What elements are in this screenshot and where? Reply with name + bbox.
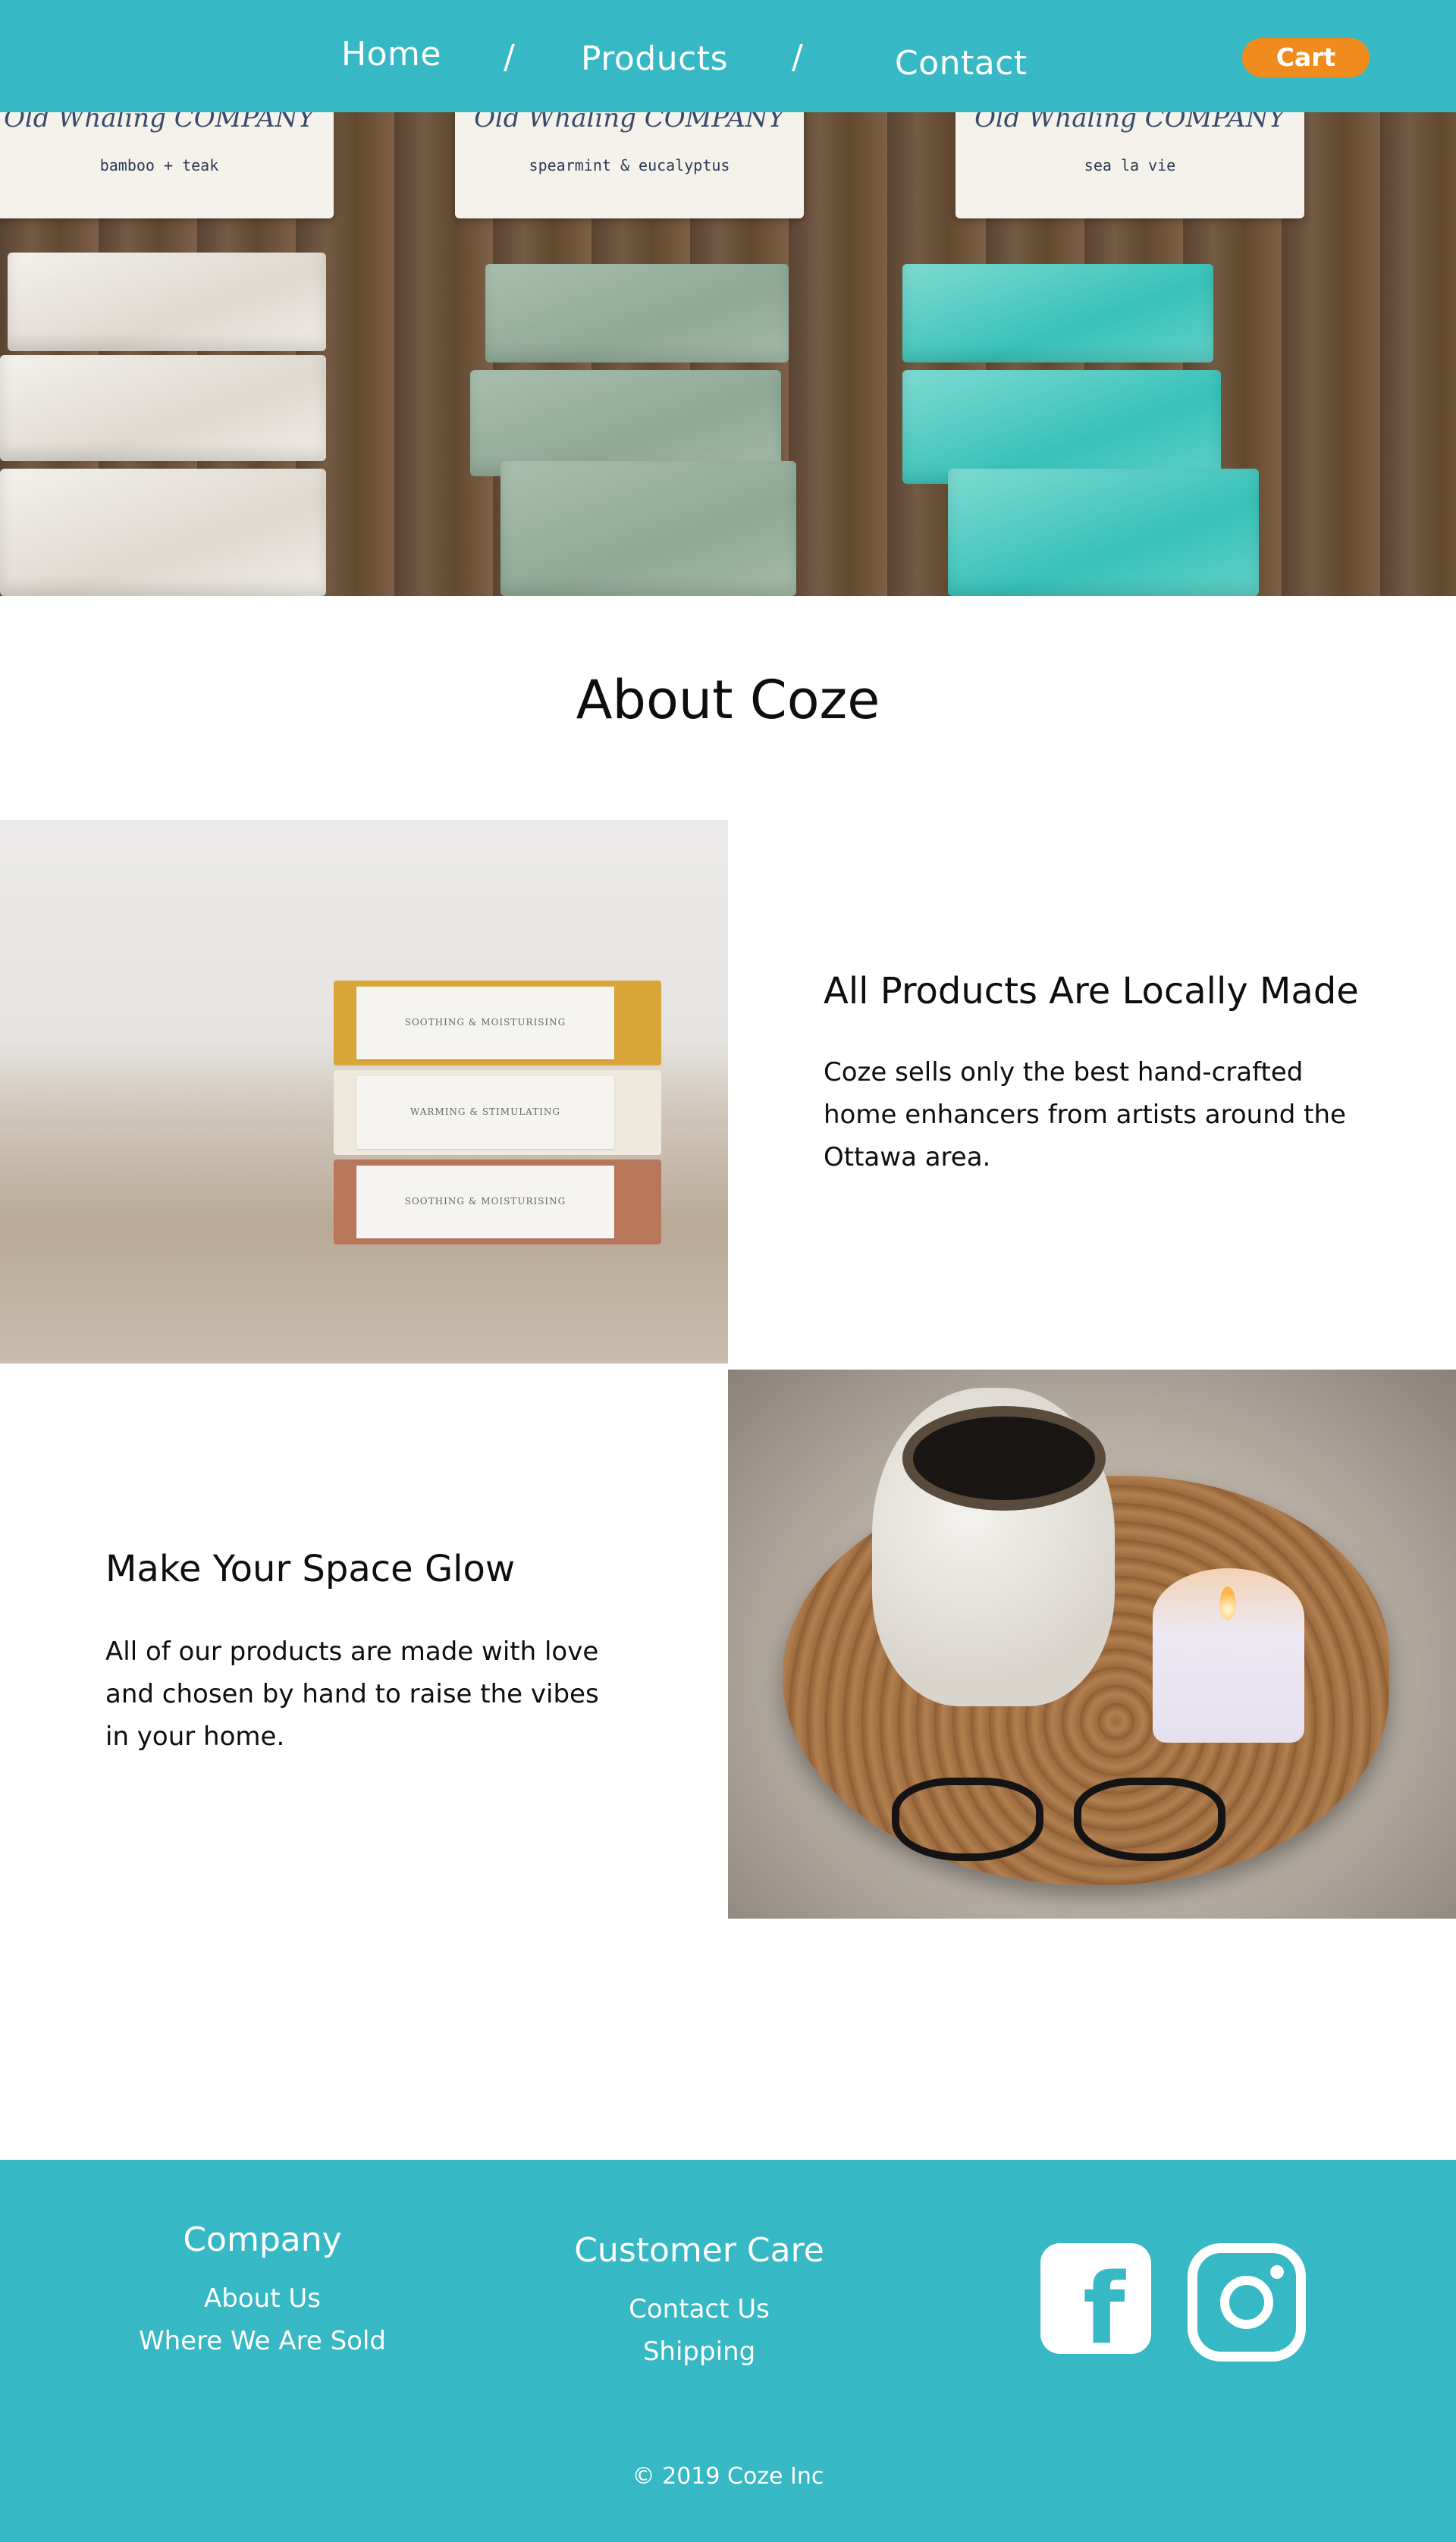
cart-button[interactable]: Cart bbox=[1242, 38, 1370, 77]
box-brand-label: Old Whaling COMPANY bbox=[474, 112, 785, 133]
box-scent-label: sea la vie bbox=[1084, 156, 1176, 174]
feature-title-glow: Make Your Space Glow bbox=[105, 1548, 516, 1590]
box-brand-label: Old Whaling COMPANY bbox=[4, 112, 315, 133]
soap-wrapper: WARMING & STIMULATING bbox=[356, 1076, 614, 1149]
eyeglass-lens bbox=[892, 1778, 1043, 1861]
soap-bar bbox=[8, 253, 326, 351]
instagram-flash-dot bbox=[1270, 2265, 1284, 2279]
facebook-icon[interactable]: f bbox=[1040, 2243, 1151, 2358]
soap-wrapper-label: WARMING & STIMULATING bbox=[410, 1106, 561, 1117]
copyright-text: © 2019 Coze Inc bbox=[632, 2463, 824, 2490]
soap-bar bbox=[0, 469, 326, 596]
soap-box-3: Old Whaling COMPANY sea la vie bbox=[956, 112, 1304, 218]
soap-stack-bar: SOOTHING & MOISTURISING bbox=[334, 1160, 661, 1244]
footer-company-heading: Company bbox=[183, 2220, 342, 2259]
soap-wrapper-label: SOOTHING & MOISTURISING bbox=[404, 1196, 566, 1207]
soap-bar bbox=[902, 264, 1213, 362]
footer-customer-care-column: Customer Care Contact Us Shipping bbox=[548, 2231, 851, 2373]
eyeglass-lens bbox=[1074, 1778, 1225, 1861]
hero-soap-image: Old Whaling COMPANY bamboo + teak Old Wh… bbox=[0, 112, 1456, 596]
ceramic-jug bbox=[872, 1388, 1115, 1706]
stacked-soaps-image: SOOTHING & MOISTURISING WARMING & STIMUL… bbox=[0, 820, 728, 1364]
feature-body-local: Coze sells only the best hand-crafted ho… bbox=[824, 1057, 1346, 1172]
footer-link-about-us[interactable]: About Us bbox=[111, 2277, 414, 2320]
soap-wrapper: SOOTHING & MOISTURISING bbox=[356, 1166, 614, 1238]
about-title: About Coze bbox=[576, 669, 880, 731]
candle-tray-image bbox=[728, 1370, 1456, 1919]
soap-bar bbox=[0, 355, 326, 461]
soap-stack-bar: SOOTHING & MOISTURISING bbox=[334, 981, 661, 1065]
soap-stack-bar: WARMING & STIMULATING bbox=[334, 1070, 661, 1155]
feature-body-glow: All of our products are made with love a… bbox=[105, 1637, 599, 1752]
candle bbox=[1153, 1568, 1304, 1743]
nav-products-link[interactable]: Products bbox=[581, 42, 728, 76]
soap-wrapper-label: SOOTHING & MOISTURISING bbox=[404, 1017, 566, 1028]
box-scent-label: spearmint & eucalyptus bbox=[529, 156, 730, 174]
nav-contact-link[interactable]: Contact bbox=[895, 47, 1028, 80]
soap-bar bbox=[485, 264, 789, 362]
nav-separator: / bbox=[504, 38, 516, 77]
soap-box-2: Old Whaling COMPANY spearmint & eucalypt… bbox=[455, 112, 804, 218]
nav-separator: / bbox=[792, 38, 804, 77]
soap-bar bbox=[902, 370, 1221, 484]
footer-link-contact-us[interactable]: Contact Us bbox=[548, 2288, 851, 2330]
candle-flame bbox=[1219, 1586, 1236, 1620]
footer-link-where-sold[interactable]: Where We Are Sold bbox=[111, 2320, 414, 2362]
instagram-icon[interactable] bbox=[1188, 2243, 1306, 2362]
box-brand-label: Old Whaling COMPANY bbox=[974, 112, 1285, 133]
box-scent-label: bamboo + teak bbox=[99, 156, 219, 174]
soap-wrapper: SOOTHING & MOISTURISING bbox=[356, 987, 614, 1059]
footer-link-shipping[interactable]: Shipping bbox=[548, 2330, 851, 2373]
nav-home-link[interactable]: Home bbox=[341, 38, 441, 71]
site-header: Home / Products / Contact Cart bbox=[0, 0, 1456, 112]
soap-box-1: Old Whaling COMPANY bamboo + teak bbox=[0, 112, 334, 218]
footer-company-column: Company About Us Where We Are Sold bbox=[111, 2220, 414, 2362]
soap-bar bbox=[500, 461, 796, 596]
instagram-lens-ring bbox=[1220, 2276, 1273, 2329]
footer-customer-care-heading: Customer Care bbox=[574, 2231, 824, 2270]
feature-title-local: All Products Are Locally Made bbox=[824, 970, 1359, 1012]
soap-bar bbox=[470, 370, 781, 476]
soap-bar bbox=[948, 469, 1259, 596]
eyeglasses bbox=[869, 1770, 1248, 1861]
